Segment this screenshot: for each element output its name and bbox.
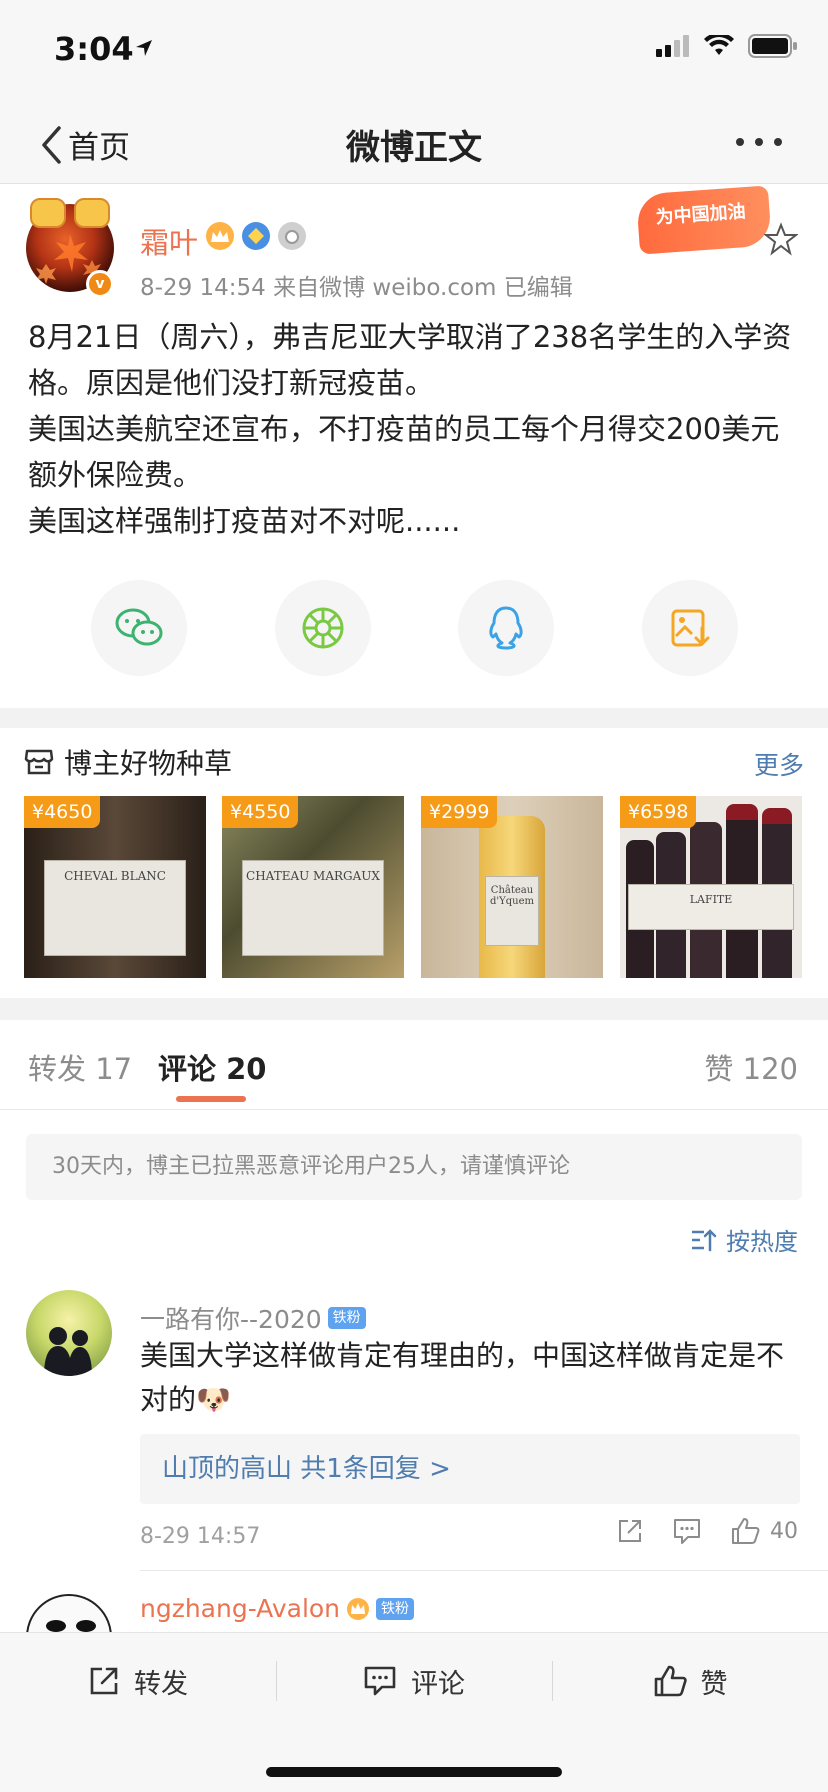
- save-image-button[interactable]: [642, 580, 738, 676]
- more-dot-icon: [774, 138, 782, 146]
- member-crown-icon[interactable]: [206, 222, 234, 250]
- wechat-icon: [115, 608, 163, 646]
- shop-more-link[interactable]: 更多: [754, 746, 804, 782]
- tab-comments[interactable]: 评论 20: [158, 1046, 266, 1088]
- shop-title-label: 博主好物种草: [64, 747, 233, 780]
- chevron-left-icon: [42, 125, 61, 164]
- sort-by-hot-button[interactable]: 按热度: [690, 1222, 798, 1257]
- more-options-button[interactable]: [736, 138, 782, 146]
- share-icon: [619, 1520, 641, 1542]
- shop-title: 博主好物种草: [24, 742, 232, 782]
- tab-likes[interactable]: 赞 120: [704, 1046, 798, 1088]
- comment-like-button[interactable]: 40: [730, 1516, 798, 1546]
- save-image-icon: [671, 609, 710, 647]
- price-tag: ¥2999: [421, 796, 498, 828]
- bottle-label: LAFITE: [628, 884, 794, 930]
- commenter-name-row: ngzhang-Avalon 铁粉: [140, 1594, 415, 1623]
- section-divider: [0, 998, 828, 1020]
- comment-actions: 40: [616, 1516, 798, 1546]
- qq-icon: [489, 606, 523, 650]
- like-label: 赞: [700, 1668, 728, 1700]
- sort-label: 按热度: [726, 1228, 798, 1256]
- battery-icon: [748, 34, 797, 58]
- commenter-name[interactable]: 一路有你--2020: [140, 1300, 322, 1336]
- comment-like-count: 40: [770, 1518, 798, 1544]
- more-dot-icon: [755, 138, 763, 146]
- status-time: 3:04: [54, 30, 134, 68]
- comment-label: 评论: [411, 1668, 465, 1700]
- active-tab-indicator: [176, 1096, 246, 1102]
- product-card-2[interactable]: CHATEAU MARGAUX ¥4550: [222, 796, 404, 978]
- face-avatar-icon: [46, 1620, 96, 1632]
- comment-item: ngzhang-Avalon 铁粉: [0, 1588, 828, 1632]
- star-favorite-icon[interactable]: [764, 222, 798, 256]
- author-name[interactable]: 霜叶: [140, 220, 198, 262]
- comment-divider: [140, 1570, 828, 1571]
- comment-text: 美国大学这样做肯定有理由的，中国这样做肯定是不对的🐶: [140, 1339, 785, 1416]
- comment-time: 8-29 14:57: [140, 1524, 261, 1549]
- share-wechat-button[interactable]: [91, 580, 187, 676]
- interaction-tabs: 转发 17 评论 20 赞 120: [0, 1020, 828, 1110]
- fan-badge: 铁粉: [327, 1307, 366, 1329]
- product-card-1[interactable]: CHEVAL BLANC ¥4650: [24, 796, 206, 978]
- fan-badge: 铁粉: [376, 1597, 415, 1620]
- ox-decoration-icon: [30, 198, 66, 228]
- comment-item: 一路有你--2020 铁粉 美国大学这样做肯定有理由的，中国这样做肯定是不对的🐶…: [0, 1290, 828, 1572]
- section-divider: [0, 708, 828, 728]
- tab-repost[interactable]: 转发 17: [28, 1046, 132, 1088]
- repost-button[interactable]: 转发: [0, 1633, 276, 1729]
- weibo-post: v 霜叶 8-29 14:54 来自微博 weibo.com 已编辑 为中国加油…: [0, 184, 828, 708]
- price-tag: ¥4550: [222, 796, 299, 828]
- back-label: 首页: [68, 130, 130, 166]
- comment-icon: [364, 1666, 396, 1696]
- comment-button[interactable]: 评论: [276, 1633, 552, 1729]
- commenter-name-row: 一路有你--2020 铁粉: [140, 1300, 366, 1336]
- shop-icon: [24, 749, 54, 775]
- repost-icon: [90, 1667, 118, 1695]
- thumbs-up-icon: [732, 1518, 760, 1544]
- repost-label: 转发: [134, 1668, 188, 1700]
- bottle-label: CHEVAL BLANC: [44, 860, 186, 956]
- status-bar: 3:04: [0, 0, 828, 100]
- nav-bar: 首页 微博正文: [0, 100, 828, 184]
- share-qq-button[interactable]: [458, 580, 554, 676]
- wifi-icon: [704, 35, 734, 55]
- commenter-avatar[interactable]: [26, 1594, 112, 1632]
- like-button[interactable]: 赞: [552, 1633, 828, 1729]
- comment-reply-link[interactable]: 山顶的高山 共1条回复 >: [140, 1434, 800, 1504]
- diamond-badge-icon[interactable]: [242, 222, 270, 250]
- back-button[interactable]: 首页: [40, 122, 130, 167]
- share-moments-button[interactable]: [275, 580, 371, 676]
- comment-notice: 30天内，博主已拉黑恶意评论用户25人，请谨慎评论: [26, 1134, 802, 1200]
- promo-badge[interactable]: 为中国加油: [636, 185, 772, 255]
- sort-icon: [692, 1228, 717, 1251]
- bottle-label: Château d'Yquem: [485, 876, 539, 946]
- ox-decoration-icon: [74, 198, 110, 228]
- product-card-3[interactable]: Château d'Yquem ¥2999: [421, 796, 603, 978]
- location-arrow-icon: [136, 40, 152, 56]
- bottle-label: CHATEAU MARGAUX: [242, 860, 384, 956]
- commenter-avatar[interactable]: [26, 1290, 112, 1376]
- post-content: 8月21日（周六），弗吉尼亚大学取消了238名学生的入学资格。原因是他们没打新冠…: [28, 320, 792, 538]
- share-row: [0, 580, 828, 676]
- comment-icon: [674, 1519, 700, 1544]
- shop-section: 博主好物种草 更多 CHEVAL BLANC ¥4650 CHATEAU MAR…: [0, 728, 828, 998]
- signal-icon: [656, 35, 689, 57]
- comment-reply-button[interactable]: [672, 1517, 702, 1545]
- moments-icon: [302, 607, 344, 649]
- thumbs-up-icon: [654, 1665, 687, 1697]
- commenter-name[interactable]: ngzhang-Avalon: [140, 1594, 340, 1623]
- post-meta: 8-29 14:54 来自微博 weibo.com 已编辑: [140, 275, 573, 301]
- comment-share-button[interactable]: [616, 1517, 644, 1545]
- member-crown-icon: [347, 1597, 370, 1620]
- price-tag: ¥6598: [620, 796, 697, 828]
- price-tag: ¥4650: [24, 796, 101, 828]
- verified-badge: v: [86, 270, 114, 298]
- product-card-4[interactable]: LAFITE ¥6598: [620, 796, 802, 978]
- home-indicator[interactable]: [266, 1767, 562, 1777]
- medal-badge-icon[interactable]: [278, 222, 306, 250]
- more-dot-icon: [736, 138, 744, 146]
- couple-silhouette-icon: [44, 1327, 92, 1376]
